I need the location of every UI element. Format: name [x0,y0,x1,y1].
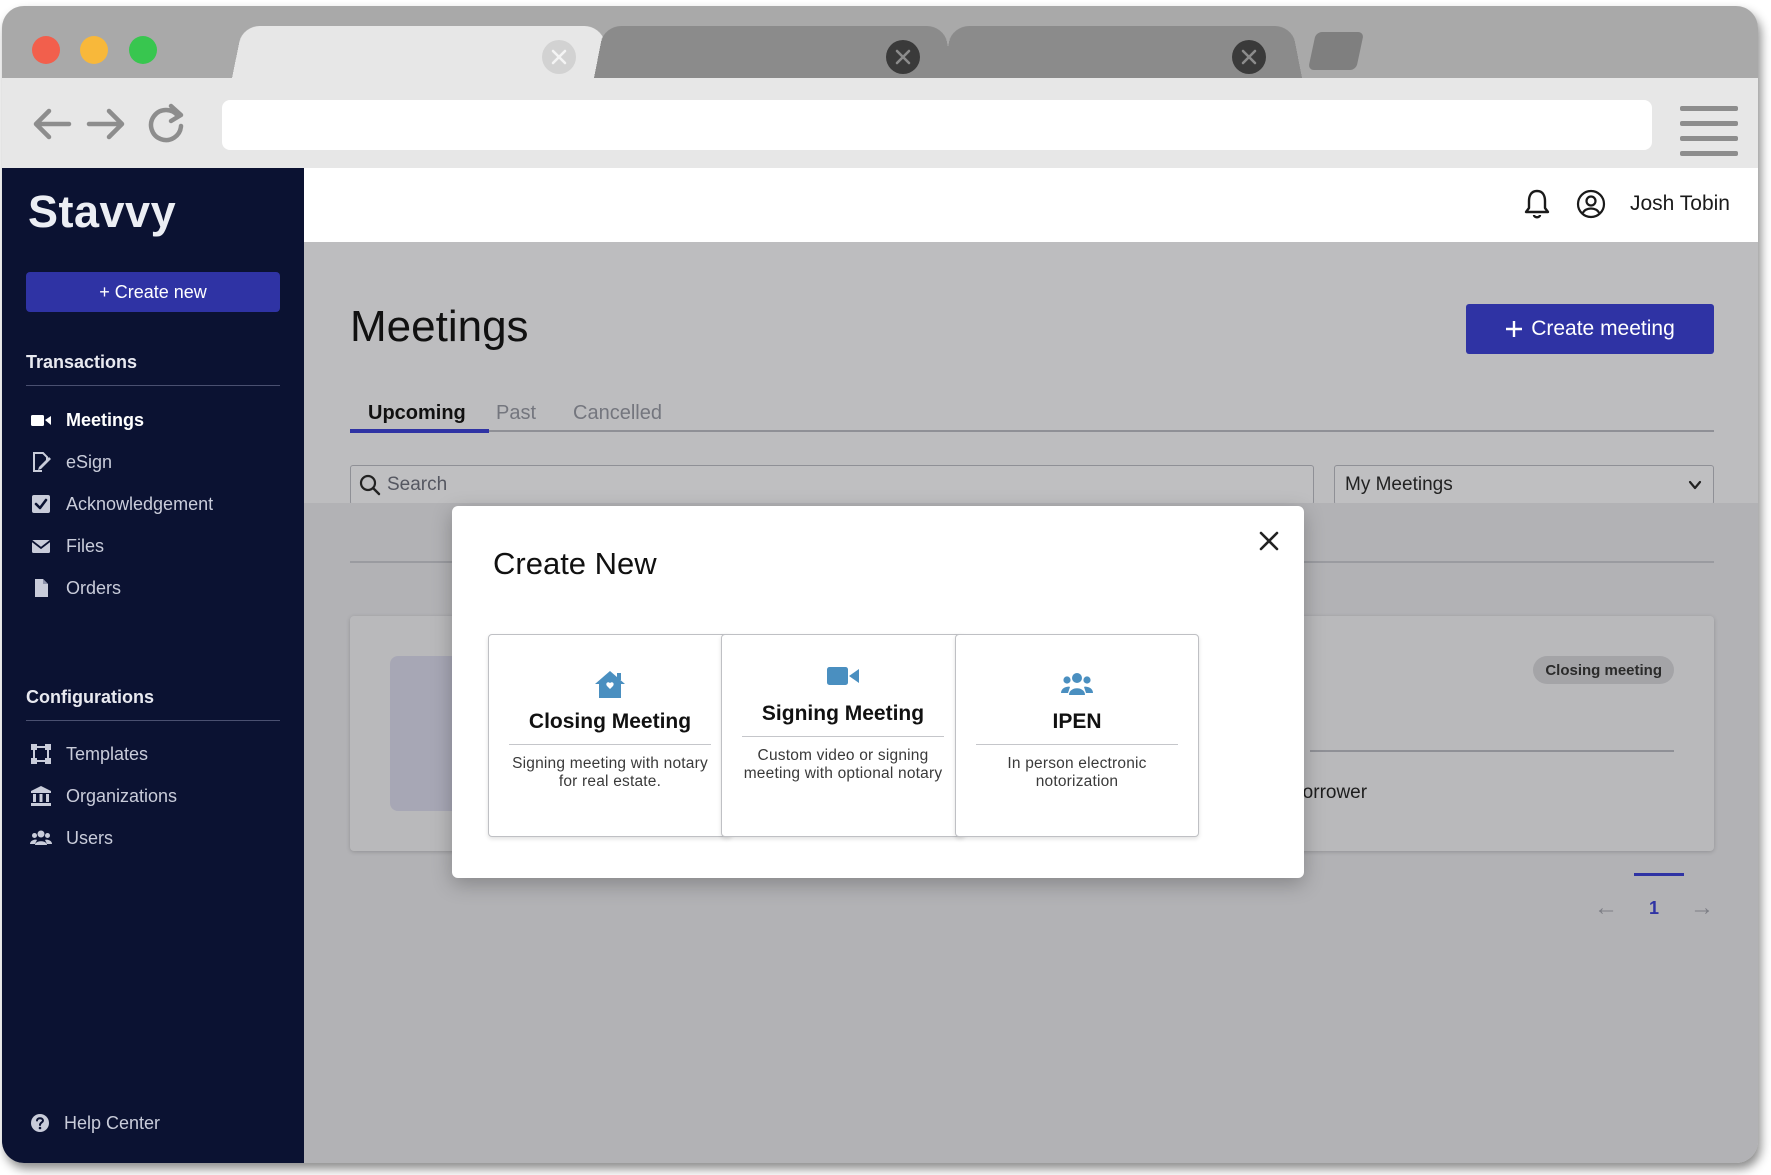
window-maximize-dot[interactable] [129,36,157,64]
sidebar-item-files[interactable]: Files [30,531,104,561]
sidebar-item-acknowledgement[interactable]: Acknowledgement [30,489,213,519]
question-circle-icon [31,1114,49,1132]
sidebar-item-users[interactable]: Users [30,823,113,853]
sidebar-item-label: Templates [66,743,149,764]
create-new-button[interactable]: + Create new [26,272,280,312]
sidebar-item-meetings[interactable]: Meetings [30,405,144,435]
sidebar-item-label: Acknowledgement [66,493,214,514]
window-close-dot[interactable] [32,36,60,64]
meeting-tabs: Upcoming Past Cancelled [350,382,1714,433]
sidebar-item-esign[interactable]: eSign [30,447,112,477]
page-title: Meetings [350,302,529,351]
signature-icon [33,452,51,472]
help-center-label: Help Center [64,1112,161,1133]
user-name[interactable]: Josh Tobin [1630,192,1730,216]
back-arrow-icon[interactable] [28,100,76,148]
browser-tab-bar [2,6,1758,78]
signing-meeting-option[interactable]: Signing Meeting Custom video or signing … [721,634,965,837]
sidebar-item-label: Organizations [66,785,178,806]
house-icon [595,671,625,698]
sidebar-item-label: Users [66,827,114,848]
search-icon [359,474,381,496]
create-meeting-label: Create meeting [1531,317,1675,340]
next-page-button[interactable]: → [1690,894,1714,922]
chevron-down-icon [1688,480,1702,490]
browser-toolbar [2,78,1758,168]
video-camera-icon [827,667,859,685]
envelope-icon [31,540,51,553]
modal-title: Create New [493,546,657,581]
active-tab-indicator [350,429,489,433]
option-title: Closing Meeting [509,710,711,745]
top-header: Josh Tobin [304,168,1758,242]
browser-window: Stavvy + Create new Transactions Meeting… [2,6,1758,1163]
plus-icon [1506,321,1523,337]
users-icon [1061,673,1093,695]
sidebar-item-organizations[interactable]: Organizations [30,781,177,811]
meeting-filter-select[interactable]: My Meetings [1334,465,1714,505]
option-title: IPEN [976,710,1178,745]
ipen-option[interactable]: IPEN In person electronic notorization [955,634,1199,837]
create-new-modal: Create New Closing Meeting Signing meeti… [452,506,1304,878]
sidebar-section-transactions: Transactions [26,352,280,386]
user-circle-icon[interactable] [1576,189,1606,219]
status-badge: Closing meeting [1533,656,1674,684]
video-camera-icon [31,415,51,426]
closing-meeting-option[interactable]: Closing Meeting Signing meeting with not… [488,634,732,837]
help-center-link[interactable]: Help Center [30,1108,160,1138]
app-logo[interactable]: Stavvy [28,186,176,238]
tab-past[interactable]: Past [496,402,536,425]
window-minimize-dot[interactable] [80,36,108,64]
sidebar-section-configurations: Configurations [26,687,280,721]
search-input[interactable]: Search [350,465,1314,505]
tab-upcoming[interactable]: Upcoming [368,402,466,425]
option-title: Signing Meeting [742,702,944,737]
close-icon[interactable] [886,40,920,74]
sidebar-item-label: eSign [66,451,113,472]
page-number[interactable]: 1 [1649,898,1659,919]
option-description: In person electronic notorization [1007,755,1147,790]
browser-tab[interactable] [942,20,1302,78]
meetings-header-area: Meetings Create meeting Upcoming Past Ca… [304,242,1758,505]
sidebar-item-label: Meetings [66,409,145,430]
sidebar-item-label: Orders [66,577,122,598]
template-icon [31,744,51,764]
sidebar-item-label: Files [66,535,105,556]
close-icon[interactable] [542,40,576,74]
address-bar[interactable] [222,100,1652,150]
forward-arrow-icon[interactable] [82,100,130,148]
browser-tab[interactable] [594,20,954,78]
previous-page-button[interactable]: ← [1594,894,1618,922]
new-tab-button[interactable] [1307,32,1365,70]
option-description: Custom video or signing meeting with opt… [743,747,943,782]
bell-icon[interactable] [1522,188,1552,220]
document-icon [35,579,48,597]
search-placeholder: Search [387,474,448,495]
users-icon [30,830,52,845]
divider [1310,750,1674,752]
option-description: Signing meeting with notary for real est… [512,755,708,790]
browser-tab-active[interactable] [232,20,612,78]
close-icon[interactable] [1232,40,1266,74]
pagination: ← 1 → [1594,893,1714,923]
browser-menu-icon[interactable] [1680,106,1738,156]
create-meeting-button[interactable]: Create meeting [1466,304,1714,354]
active-page-indicator [1634,873,1684,876]
checkbox-icon [32,495,50,513]
tab-cancelled[interactable]: Cancelled [573,402,662,425]
close-icon[interactable] [1254,526,1284,556]
sidebar: Stavvy + Create new Transactions Meeting… [2,168,304,1163]
institution-icon [31,786,51,806]
reload-icon[interactable] [142,100,190,148]
filter-value: My Meetings [1345,474,1453,495]
sidebar-item-orders[interactable]: Orders [30,573,121,603]
sidebar-item-templates[interactable]: Templates [30,739,148,769]
